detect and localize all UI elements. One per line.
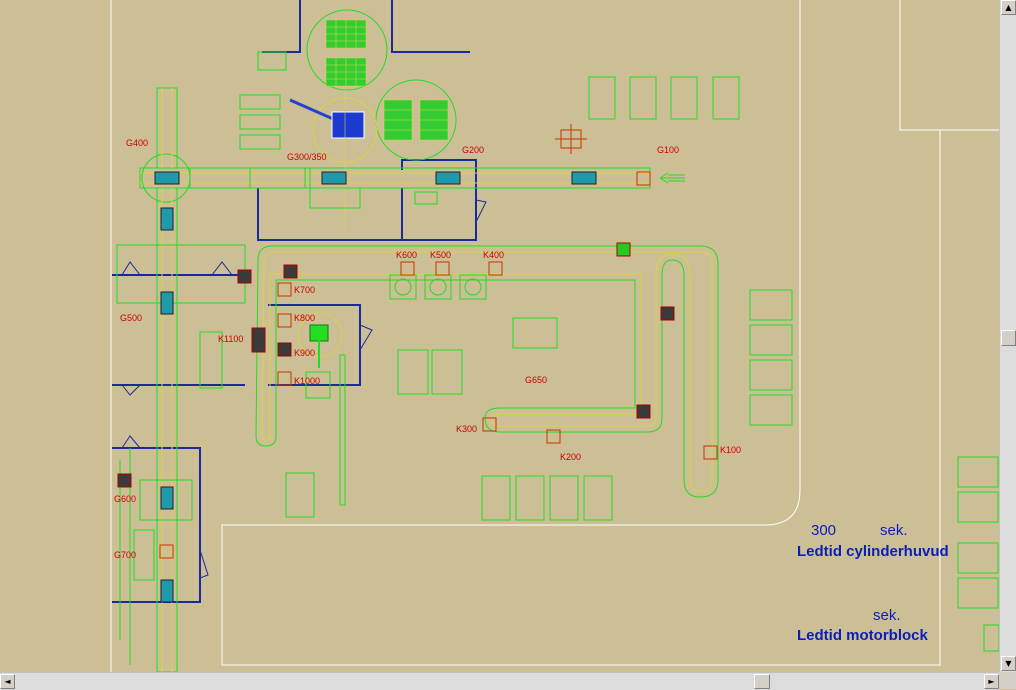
label-k500: K500 (430, 250, 451, 260)
label-k300: K300 (456, 424, 477, 434)
scrollbar-corner (999, 672, 1016, 689)
label-k700: K700 (294, 285, 315, 295)
scroll-right-icon[interactable]: ► (984, 674, 999, 689)
label-k900: K900 (294, 348, 315, 358)
vertical-scroll-thumb[interactable] (1001, 330, 1016, 346)
scroll-left-icon[interactable]: ◄ (0, 674, 15, 689)
label-g600: G600 (114, 494, 136, 504)
active-stopper (616, 242, 631, 257)
label-k400: K400 (483, 250, 504, 260)
k-stations (116, 76, 999, 665)
label-k1000: K1000 (294, 376, 320, 386)
cylinder-lead-time-title: Ledtid cylinderhuvud (797, 543, 949, 560)
vertical-scrollbar[interactable]: ▲ ▼ (999, 0, 1016, 672)
label-g200: G200 (462, 145, 484, 155)
building-outline (110, 0, 999, 672)
pallets (154, 171, 597, 603)
block-lead-time-title: Ledtid motorblock (797, 627, 928, 644)
factory-layout-drawing: G400 G300/350 G200 G100 G500 G600 G700 G… (110, 0, 999, 672)
label-g650: G650 (525, 375, 547, 385)
label-g400: G400 (126, 138, 148, 148)
label-k800: K800 (294, 313, 315, 323)
label-k200: K200 (560, 452, 581, 462)
horizontal-scroll-thumb[interactable] (754, 674, 770, 689)
empty-positions (159, 124, 718, 559)
block-lead-time-unit: sek. (873, 607, 901, 624)
scroll-up-icon[interactable]: ▲ (1001, 0, 1016, 15)
label-k100: K100 (720, 445, 741, 455)
label-g100: G100 (657, 145, 679, 155)
label-g300: G300/350 (287, 152, 327, 162)
cylinder-lead-time-value: 300 (811, 522, 837, 539)
cylinder-lead-time-unit: sek. (880, 522, 908, 539)
label-g700: G700 (114, 550, 136, 560)
stoppers (117, 264, 675, 488)
label-k600: K600 (396, 250, 417, 260)
label-g500: G500 (120, 313, 142, 323)
label-k1100: K1100 (218, 334, 243, 344)
factory-layout-canvas[interactable]: G400 G300/350 G200 G100 G500 G600 G700 G… (0, 0, 999, 672)
horizontal-scrollbar[interactable]: ◄ ► (0, 672, 999, 690)
scroll-down-icon[interactable]: ▼ (1001, 656, 1016, 671)
